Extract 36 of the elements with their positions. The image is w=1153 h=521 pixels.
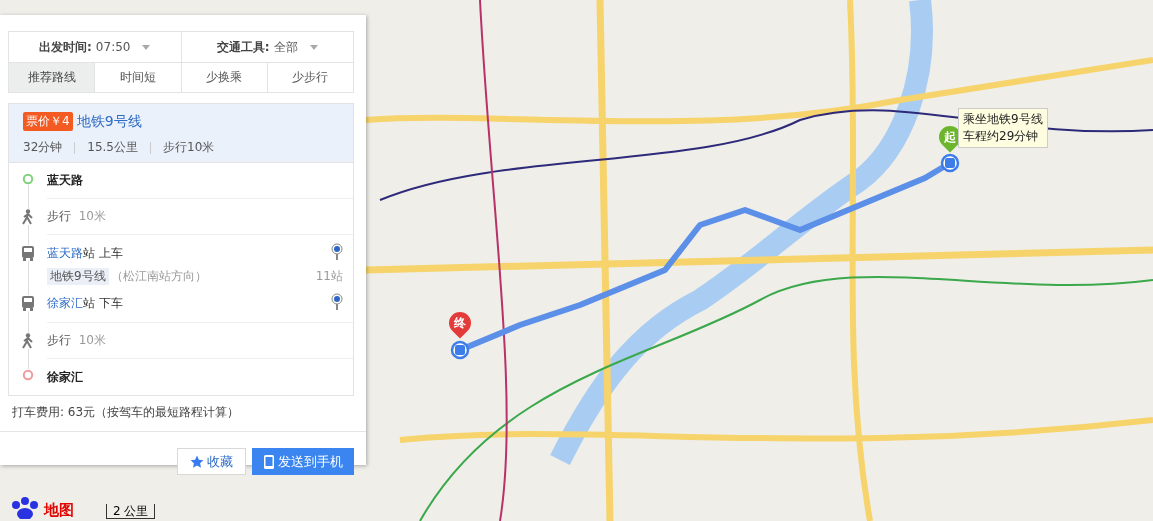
logo-text: 地图	[44, 501, 74, 519]
send-to-phone-button[interactable]: 发送到手机	[252, 448, 354, 475]
bus-icon	[21, 245, 35, 261]
filter-dropdown[interactable]: 交通工具: 全部	[180, 32, 353, 62]
price-tag: 票价￥4	[23, 112, 73, 131]
station-link[interactable]: 徐家汇	[47, 296, 83, 310]
bus-stop-icon	[450, 340, 470, 360]
phone-icon	[263, 453, 275, 470]
stop-count: 11站	[315, 268, 343, 285]
star-icon	[190, 454, 204, 469]
place-name: 徐家汇	[47, 368, 84, 386]
line-tag: 地铁9号线	[47, 268, 109, 285]
destination-dot-icon	[22, 369, 34, 381]
route-stat: 32分钟	[23, 139, 63, 156]
location-pin-icon[interactable]	[331, 293, 343, 311]
origin-dot-icon	[22, 173, 34, 185]
route-stat: 步行10米	[163, 139, 215, 156]
station-instruction: 徐家汇站 下车	[47, 295, 123, 312]
favorite-button[interactable]: 收藏	[177, 448, 246, 475]
filter-dropdown[interactable]: 出发时间: 07:50	[9, 32, 181, 62]
direction-text: （松江南站方向）	[110, 268, 207, 285]
scale-bar: 2 公里	[106, 504, 156, 519]
route-summary[interactable]: 票价￥4 地铁9号线 32分钟 15.5公里 步行10米	[9, 104, 353, 163]
route-stat: 15.5公里	[87, 139, 138, 156]
bus-icon	[21, 295, 35, 311]
route-option-tab[interactable]: 推荐路线	[9, 63, 95, 92]
line-name[interactable]: 地铁9号线	[76, 112, 142, 131]
station-link[interactable]: 蓝天路	[47, 246, 83, 260]
place-name: 蓝天路	[47, 172, 84, 189]
station-instruction: 蓝天路站 上车	[47, 245, 123, 262]
location-pin-icon[interactable]	[331, 243, 343, 261]
route-tooltip: 乘坐地铁9号线 车程约29分钟	[958, 108, 1048, 148]
taxi-fare: 打车费用: 63元（按驾车的最短路程计算）	[0, 396, 366, 432]
walk-instruction: 步行 10米	[47, 332, 107, 349]
bus-stop-icon	[940, 153, 960, 173]
walk-instruction: 步行 10米	[47, 208, 107, 225]
